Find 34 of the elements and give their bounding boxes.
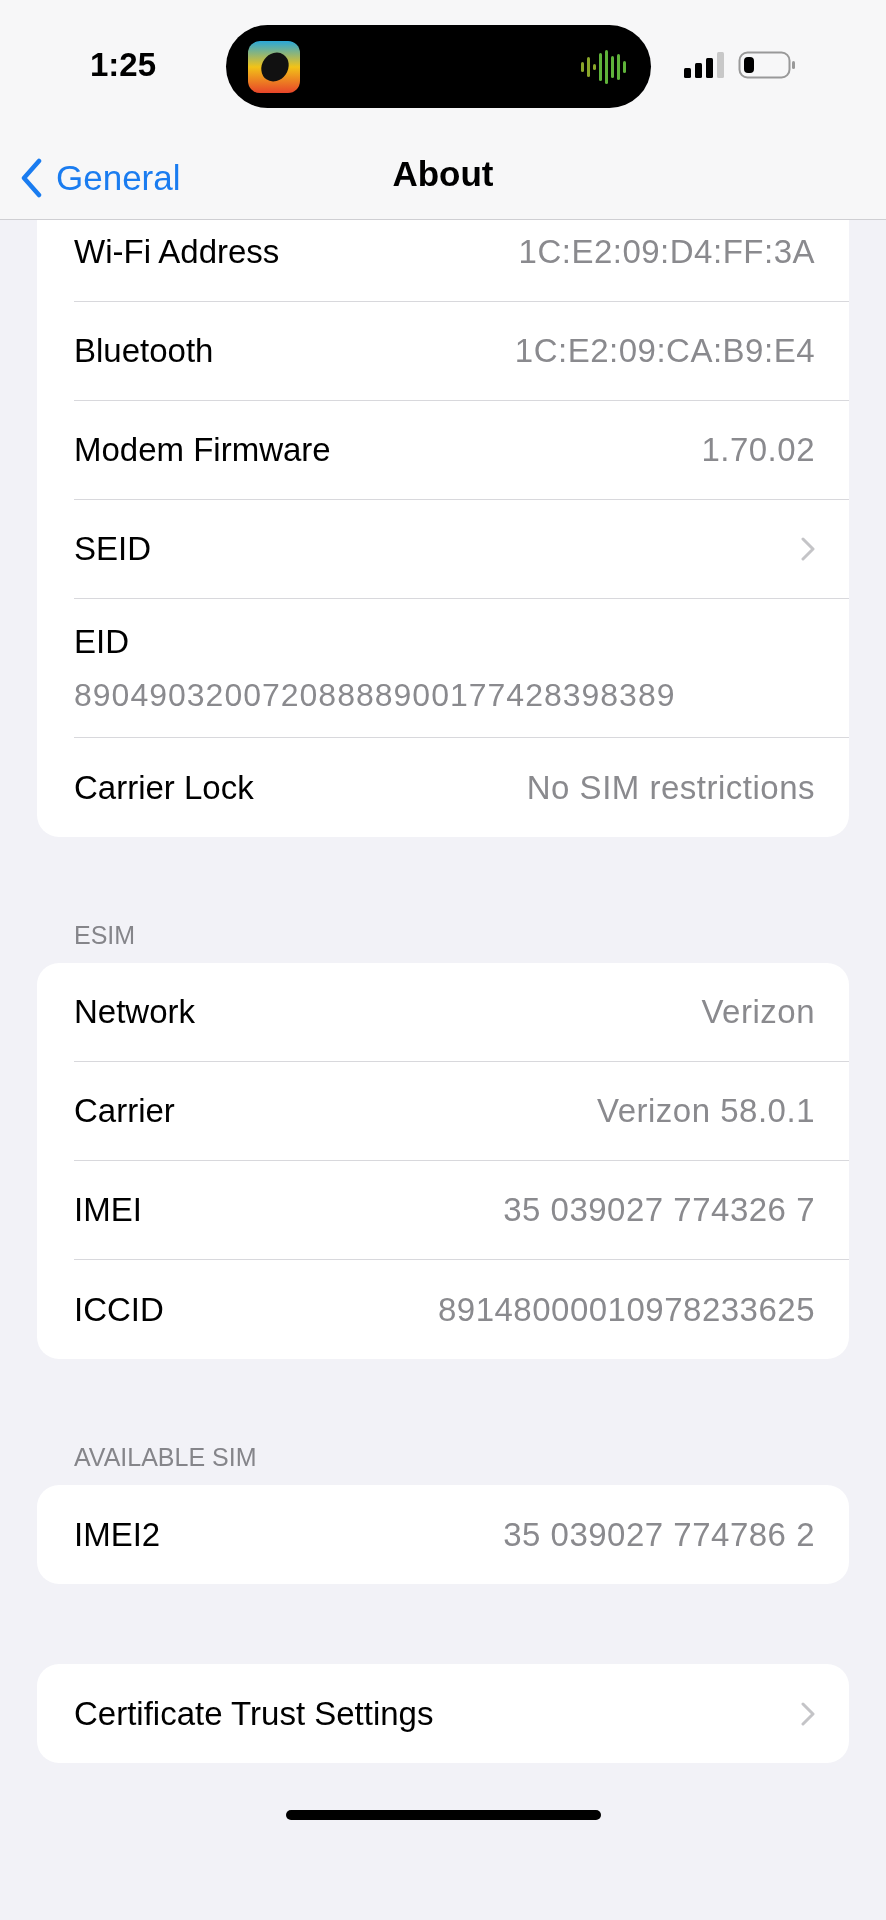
row-value: 35 039027 774326 7 — [503, 1190, 815, 1231]
row-label: Bluetooth — [74, 331, 214, 372]
row-label: IMEI — [74, 1190, 142, 1231]
row-label: SEID — [74, 529, 152, 570]
row-value: 1.70.02 — [701, 430, 815, 471]
back-button[interactable]: General — [20, 152, 181, 205]
signal-icon — [684, 52, 726, 78]
row-value: 1C:E2:09:D4:FF:3A — [518, 232, 815, 273]
row-value: 89049032007208888900177428398389 — [74, 675, 677, 715]
row-label: Carrier — [74, 1091, 175, 1132]
row-value: Verizon 58.0.1 — [597, 1091, 815, 1132]
row-label: Modem Firmware — [74, 430, 331, 471]
row-label: EID — [74, 622, 130, 663]
row-value: 1C:E2:09:CA:B9:E4 — [514, 331, 815, 372]
row-label: Carrier Lock — [74, 767, 254, 808]
status-time: 1:25 — [90, 45, 157, 86]
battery-icon — [738, 51, 796, 79]
row-value: No SIM restrictions — [526, 767, 815, 808]
row-value: Verizon — [701, 992, 815, 1033]
row-label: ICCID — [74, 1289, 164, 1330]
chevron-left-icon — [20, 158, 42, 199]
chevron-right-icon — [801, 1701, 815, 1726]
page-title: About — [392, 153, 494, 196]
row-value: 35 039027 774786 2 — [503, 1514, 815, 1555]
row-value: 89148000010978233625 — [437, 1289, 815, 1330]
chevron-right-icon — [801, 537, 815, 561]
row-label: IMEI2 — [74, 1514, 161, 1555]
row-label: Wi-Fi Address — [74, 232, 280, 273]
row-label: Certificate Trust Settings — [74, 1693, 434, 1734]
section-header: ESIM — [73, 920, 137, 949]
row-label: Network — [74, 992, 196, 1033]
waveform-icon — [581, 48, 629, 85]
app-icon — [248, 40, 300, 93]
section-header: AVAILABLE SIM — [73, 1442, 258, 1471]
